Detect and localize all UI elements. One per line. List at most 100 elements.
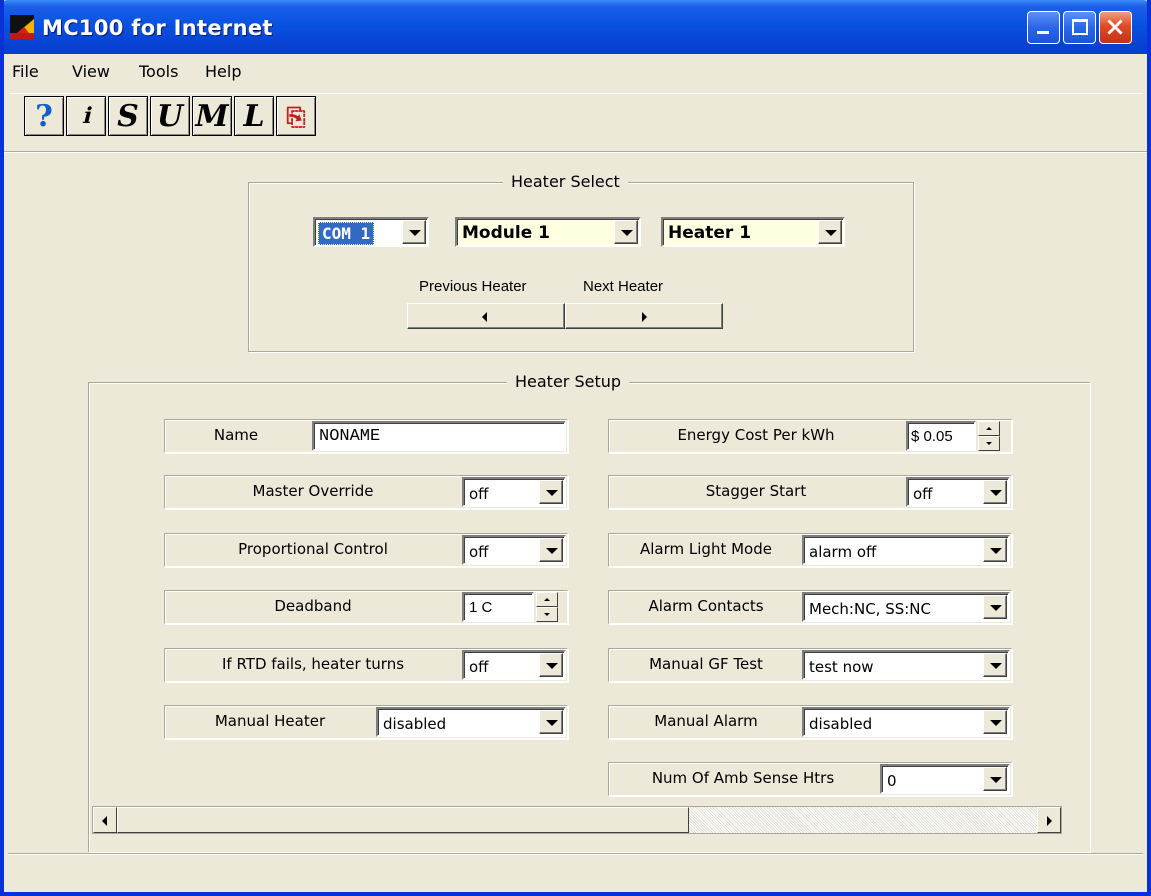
arrow-right-icon bbox=[1047, 816, 1052, 826]
deadband-input[interactable]: 1 C bbox=[462, 592, 534, 622]
name-label: Name bbox=[213, 426, 259, 444]
chevron-down-icon[interactable] bbox=[983, 653, 1007, 677]
gf-test-value: test now bbox=[809, 658, 874, 676]
chevron-down-icon[interactable] bbox=[983, 595, 1007, 619]
energy-cost-input[interactable]: $ 0.05 bbox=[906, 421, 976, 451]
close-button[interactable] bbox=[1099, 11, 1132, 44]
chevron-down-icon[interactable] bbox=[539, 538, 563, 562]
spin-up-icon[interactable] bbox=[978, 421, 1000, 436]
rtd-fail-value: off bbox=[469, 658, 489, 676]
u-button[interactable]: U bbox=[150, 96, 190, 136]
save-export-icon: ⎘ bbox=[286, 101, 306, 131]
amb-sense-value: 0 bbox=[887, 772, 897, 790]
rtd-fail-label: If RTD fails, heater turns bbox=[221, 655, 405, 673]
chevron-down-icon[interactable] bbox=[983, 767, 1007, 791]
minimize-button[interactable] bbox=[1027, 11, 1060, 44]
next-heater-button[interactable] bbox=[565, 303, 723, 329]
chevron-down-icon[interactable] bbox=[539, 710, 563, 734]
info-icon: ℹ bbox=[81, 103, 91, 129]
previous-heater-button[interactable] bbox=[407, 303, 565, 329]
setup-s-button[interactable]: S bbox=[108, 96, 148, 136]
save-export-button[interactable]: ⎘ bbox=[276, 96, 316, 136]
name-value: NONAME bbox=[319, 427, 381, 446]
maximize-button[interactable] bbox=[1063, 11, 1096, 44]
heater-select-legend: Heater Select bbox=[503, 172, 628, 191]
gf-test-label: Manual GF Test bbox=[649, 655, 763, 673]
scroll-right-button[interactable] bbox=[1037, 807, 1061, 833]
horizontal-scrollbar[interactable] bbox=[92, 806, 1062, 834]
chevron-down-icon[interactable] bbox=[402, 220, 426, 244]
stagger-start-select[interactable]: off bbox=[906, 477, 1010, 507]
u-icon: U bbox=[156, 98, 184, 134]
scroll-left-button[interactable] bbox=[93, 807, 117, 833]
heater-setup-legend: Heater Setup bbox=[507, 372, 630, 391]
chevron-down-icon[interactable] bbox=[983, 710, 1007, 734]
manual-alarm-select[interactable]: disabled bbox=[802, 707, 1010, 737]
alarm-light-select[interactable]: alarm off bbox=[802, 535, 1010, 565]
alarm-light-label: Alarm Light Mode bbox=[640, 540, 772, 558]
module-select[interactable]: Module 1 bbox=[455, 217, 641, 247]
menu-tools[interactable]: Tools bbox=[139, 62, 178, 81]
m-button[interactable]: M bbox=[192, 96, 232, 136]
manual-heater-value: disabled bbox=[383, 715, 447, 733]
app-window: MC100 for Internet File View Tools Help … bbox=[0, 0, 1151, 896]
spin-up-icon[interactable] bbox=[536, 592, 558, 607]
toolbar-separator bbox=[4, 151, 1147, 153]
master-override-value: off bbox=[469, 485, 489, 503]
rtd-fail-select[interactable]: off bbox=[462, 650, 566, 680]
alarm-light-value: alarm off bbox=[809, 543, 877, 561]
l-button[interactable]: L bbox=[234, 96, 274, 136]
manual-alarm-value: disabled bbox=[809, 715, 873, 733]
l-icon: L bbox=[243, 98, 265, 134]
manual-heater-label: Manual Heater bbox=[214, 712, 326, 730]
chevron-down-icon[interactable] bbox=[983, 480, 1007, 504]
proportional-control-select[interactable]: off bbox=[462, 535, 566, 565]
chevron-down-icon[interactable] bbox=[614, 220, 638, 244]
deadband-value: 1 C bbox=[469, 599, 493, 616]
com-port-select[interactable]: COM 1 bbox=[313, 217, 429, 247]
energy-cost-spinner[interactable] bbox=[978, 421, 1000, 451]
chevron-down-icon[interactable] bbox=[983, 538, 1007, 562]
help-button[interactable]: ? bbox=[24, 96, 64, 136]
title-bar[interactable]: MC100 for Internet bbox=[4, 0, 1147, 54]
spin-down-icon[interactable] bbox=[536, 607, 558, 622]
scroll-thumb[interactable] bbox=[117, 807, 689, 833]
menu-view[interactable]: View bbox=[72, 62, 110, 81]
module-value: Module 1 bbox=[462, 223, 550, 243]
menu-bar: File View Tools Help bbox=[4, 54, 1147, 90]
window-title: MC100 for Internet bbox=[42, 16, 273, 40]
menu-help[interactable]: Help bbox=[205, 62, 241, 81]
next-heater-label: Next Heater bbox=[583, 278, 664, 295]
maximize-icon bbox=[1072, 19, 1088, 35]
deadband-label: Deadband bbox=[274, 597, 352, 615]
alarm-contacts-label: Alarm Contacts bbox=[648, 597, 764, 615]
com-port-value: COM 1 bbox=[318, 222, 375, 245]
heater-select[interactable]: Heater 1 bbox=[661, 217, 845, 247]
status-bar bbox=[8, 853, 1143, 892]
arrow-left-icon bbox=[102, 816, 107, 826]
name-input[interactable]: NONAME bbox=[312, 421, 566, 451]
gf-test-select[interactable]: test now bbox=[802, 650, 1010, 680]
stagger-start-label: Stagger Start bbox=[705, 482, 807, 500]
deadband-spinner[interactable] bbox=[536, 592, 558, 622]
chevron-down-icon[interactable] bbox=[539, 653, 563, 677]
chevron-down-icon[interactable] bbox=[539, 480, 563, 504]
amb-sense-label: Num Of Amb Sense Htrs bbox=[651, 769, 835, 787]
info-button[interactable]: ℹ bbox=[66, 96, 106, 136]
chevron-down-icon[interactable] bbox=[818, 220, 842, 244]
setup-icon: S bbox=[117, 98, 139, 134]
master-override-select[interactable]: off bbox=[462, 477, 566, 507]
energy-cost-value: $ 0.05 bbox=[911, 428, 953, 445]
alarm-contacts-select[interactable]: Mech:NC, SS:NC bbox=[802, 592, 1010, 622]
energy-cost-label: Energy Cost Per kWh bbox=[677, 426, 835, 444]
proportional-control-value: off bbox=[469, 543, 489, 561]
manual-heater-select[interactable]: disabled bbox=[376, 707, 566, 737]
app-logo-icon bbox=[10, 15, 34, 39]
proportional-control-label: Proportional Control bbox=[238, 540, 388, 558]
menu-file[interactable]: File bbox=[12, 62, 39, 81]
amb-sense-select[interactable]: 0 bbox=[880, 764, 1010, 794]
manual-alarm-label: Manual Alarm bbox=[654, 712, 758, 730]
spin-down-icon[interactable] bbox=[978, 436, 1000, 451]
alarm-contacts-value: Mech:NC, SS:NC bbox=[809, 600, 931, 618]
previous-heater-label: Previous Heater bbox=[419, 278, 527, 295]
